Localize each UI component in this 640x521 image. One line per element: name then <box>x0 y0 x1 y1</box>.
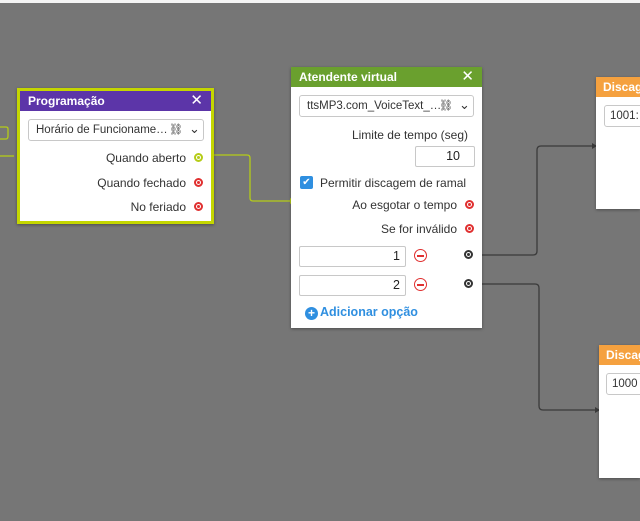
wire-incoming-stub <box>0 126 9 140</box>
port-ao-esgotar-o-tempo[interactable] <box>465 200 474 209</box>
add-option-label: Adicionar opção <box>320 305 418 319</box>
plus-circle-icon: + <box>305 307 318 320</box>
port-quando-aberto[interactable] <box>194 153 203 162</box>
canvas-top-edge <box>0 0 640 3</box>
atendente-select-value: ttsMP3.com_VoiceText_… <box>307 100 442 112</box>
add-option-button[interactable]: + Adicionar opção <box>305 305 418 320</box>
close-icon[interactable]: ✕ <box>190 91 203 111</box>
wire-option1-to-discagem1 <box>472 145 596 256</box>
programacao-schedule-select[interactable]: Horário de Funcioname… ⛓ ⌄ <box>28 119 204 141</box>
wire-option2-to-discagem2 <box>472 283 599 411</box>
port-se-for-invalido[interactable] <box>465 224 474 233</box>
discagem-1-select[interactable]: 1001: <box>604 105 640 127</box>
output-quando-aberto: Quando aberto <box>105 151 186 165</box>
atendente-title: Atendente virtual <box>299 70 398 84</box>
chevron-down-icon[interactable]: ⌄ <box>189 120 200 139</box>
close-icon[interactable]: ✕ <box>461 67 474 87</box>
output-ao-esgotar-o-tempo: Ao esgotar o tempo <box>352 198 457 212</box>
port-no-feriado[interactable] <box>194 202 203 211</box>
output-se-for-invalido: Se for inválido <box>380 222 457 236</box>
limit-label: Limite de tempo (seg) <box>351 128 468 142</box>
port-option-2[interactable] <box>464 279 473 288</box>
discagem-2-title: Discag <box>606 348 640 362</box>
remove-option-1-icon[interactable] <box>414 249 427 262</box>
discagem-node-2[interactable]: Discag 1000 <box>599 345 640 478</box>
discagem-node-1[interactable]: Discag 1001: <box>596 77 640 209</box>
programacao-header[interactable]: Programação ✕ <box>20 91 211 111</box>
output-no-feriado: No feriado <box>130 200 186 214</box>
limit-seconds-input[interactable]: 10 <box>415 146 475 167</box>
link-icon[interactable]: ⛓ <box>169 120 183 140</box>
atendente-virtual-node[interactable]: Atendente virtual ✕ ttsMP3.com_VoiceText… <box>291 67 482 328</box>
atendente-audio-select[interactable]: ttsMP3.com_VoiceText_… ⛓ ⌄ <box>299 95 474 117</box>
option-2-input[interactable]: 2 <box>299 275 406 296</box>
remove-option-2-icon[interactable] <box>414 278 427 291</box>
wire-quando-aberto-to-atendente <box>203 154 291 202</box>
atendente-header[interactable]: Atendente virtual ✕ <box>291 67 482 87</box>
option-1-input[interactable]: 1 <box>299 246 406 267</box>
discagem-2-select[interactable]: 1000 <box>606 373 640 395</box>
output-quando-fechado: Quando fechado <box>97 176 186 190</box>
programacao-select-value: Horário de Funcioname… <box>36 124 168 136</box>
port-quando-fechado[interactable] <box>194 178 203 187</box>
discagem-2-select-value: 1000 <box>612 378 638 390</box>
port-option-1[interactable] <box>464 250 473 259</box>
programacao-title: Programação <box>28 94 105 108</box>
allow-extension-checkbox[interactable]: ✔ <box>300 176 313 189</box>
discagem-1-header[interactable]: Discag <box>596 77 640 97</box>
discagem-2-header[interactable]: Discag <box>599 345 640 365</box>
chevron-down-icon[interactable]: ⌄ <box>459 96 470 115</box>
allow-extension-label[interactable]: Permitir discagem de ramal <box>320 176 466 190</box>
discagem-1-title: Discag <box>603 80 640 94</box>
link-icon[interactable]: ⛓ <box>439 96 453 116</box>
programacao-node[interactable]: Programação ✕ Horário de Funcioname… ⛓ ⌄… <box>17 88 214 224</box>
discagem-1-select-value: 1001: <box>610 110 639 122</box>
